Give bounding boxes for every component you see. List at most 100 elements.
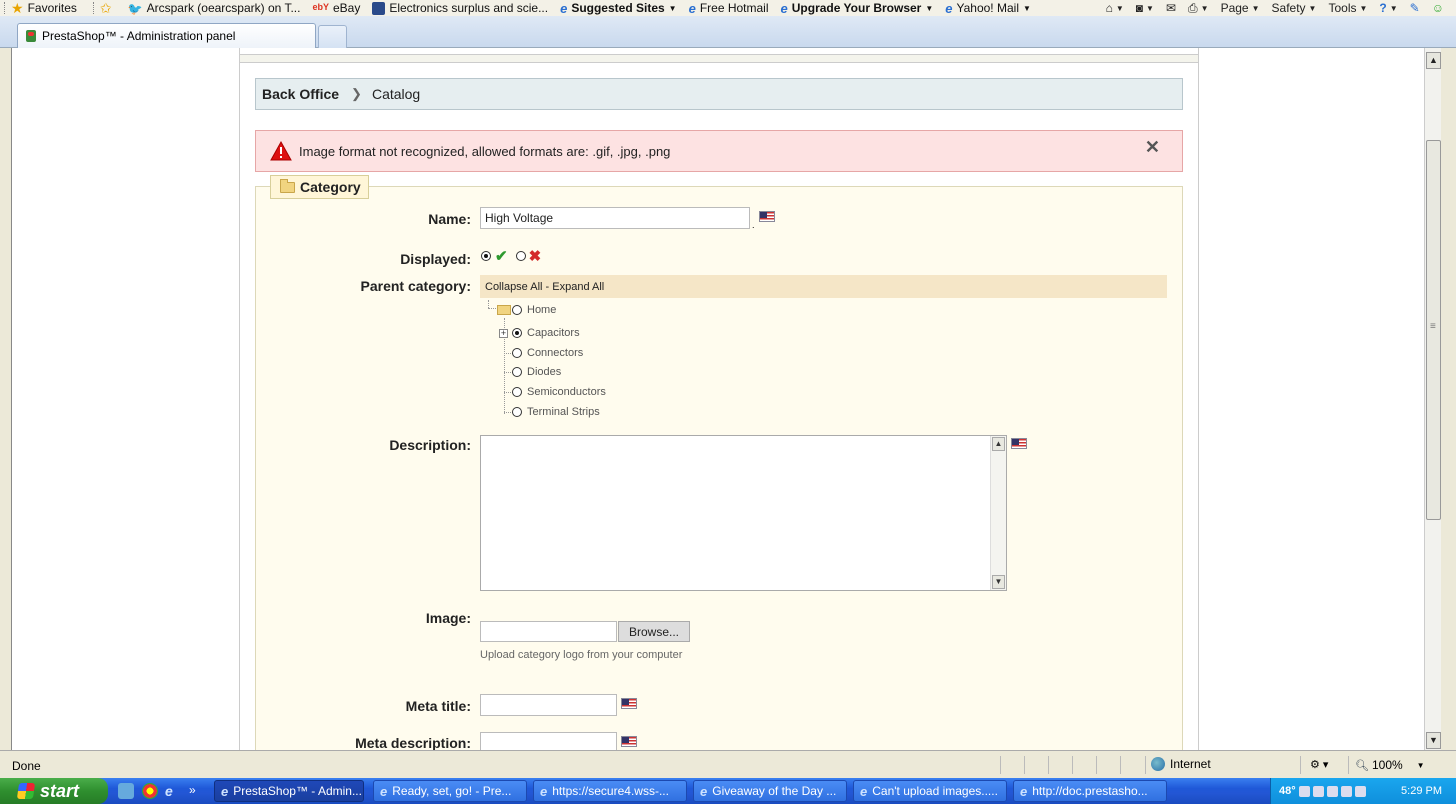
tools-menu[interactable]: Tools ▼: [1328, 1, 1367, 15]
fav-link-yahoo-mail[interactable]: e Yahoo! Mail ▼: [945, 1, 1031, 15]
ie-icon: e: [560, 0, 568, 16]
tray-monitor-icon[interactable]: [1340, 785, 1352, 797]
scroll-thumb[interactable]: [1426, 140, 1441, 520]
tray-volume-icon[interactable]: [1312, 785, 1324, 797]
expand-all-link[interactable]: Expand All: [552, 281, 604, 293]
folder-icon: [280, 178, 295, 193]
task-giveaway[interactable]: e Giveaway of the Day ...: [693, 780, 847, 802]
printer-icon: ⎙: [1188, 0, 1198, 15]
status-divider: [1024, 756, 1025, 774]
us-flag-icon[interactable]: [759, 211, 775, 222]
zoom-control[interactable]: 🔍︎ 100% ▼: [1355, 758, 1425, 772]
us-flag-icon[interactable]: [621, 698, 637, 709]
check-icon: ✔: [495, 248, 508, 265]
scroll-down-icon[interactable]: ▼: [992, 575, 1005, 589]
task-cant-upload[interactable]: e Can't upload images.....: [853, 780, 1007, 802]
error-alert: Image format not recognized, allowed for…: [255, 130, 1183, 172]
tray-security-icon[interactable]: [1326, 785, 1338, 797]
parent-diodes-radio[interactable]: [512, 367, 522, 377]
temperature-readout[interactable]: 48°: [1279, 785, 1296, 797]
ie-icon[interactable]: e: [165, 783, 181, 799]
task-doc-prestashop[interactable]: e http://doc.prestasho...: [1013, 780, 1167, 802]
prestashop-favicon-icon: [26, 30, 36, 42]
category-legend: Category: [270, 175, 369, 199]
toolbar-grip[interactable]: [4, 2, 7, 14]
textarea-scrollbar[interactable]: ▲ ▼: [990, 436, 1006, 590]
parent-terminal-strips-radio[interactable]: [512, 407, 522, 417]
tray-network-icon[interactable]: [1298, 785, 1310, 797]
home-icon: ⌂: [1105, 1, 1113, 15]
meta-description-label: Meta description:: [355, 735, 471, 750]
start-button[interactable]: start: [0, 778, 108, 804]
us-flag-icon[interactable]: [1011, 438, 1027, 449]
print-button[interactable]: ⎙ ▼: [1188, 1, 1209, 16]
safety-menu[interactable]: Safety ▼: [1272, 1, 1317, 15]
meta-title-input[interactable]: [480, 694, 617, 716]
research-button[interactable]: ✎: [1410, 1, 1420, 15]
tab-prestashop-admin[interactable]: PrestaShop™ - Administration panel: [17, 23, 316, 48]
meta-title-label: Meta title:: [405, 698, 471, 714]
fav-link-ebay[interactable]: ebY eBay: [312, 1, 360, 15]
expand-plus-icon[interactable]: +: [499, 328, 508, 338]
fav-link-upgrade-browser[interactable]: e Upgrade Your Browser ▼: [781, 1, 934, 15]
page-content: Back Office ❯ Catalog Image format not r…: [239, 48, 1199, 750]
scroll-up-icon[interactable]: ▲: [992, 437, 1005, 451]
breadcrumb-back-office[interactable]: Back Office: [262, 86, 339, 102]
tray-app-icon[interactable]: [1354, 785, 1366, 797]
parent-semiconductors-radio[interactable]: [512, 387, 522, 397]
taskbar: start e » e PrestaShop™ - Admin... e Ready…: [0, 778, 1456, 804]
read-mail-button[interactable]: ✉: [1166, 1, 1176, 15]
name-input[interactable]: [480, 207, 750, 229]
aol-icon[interactable]: [118, 783, 134, 799]
page-scrollbar[interactable]: ▲ ▼: [1424, 48, 1441, 750]
parent-home-radio[interactable]: [512, 305, 522, 315]
chevron-down-icon: ▼: [1146, 3, 1154, 13]
chevron-down-icon: ▼: [1200, 3, 1209, 13]
help-button[interactable]: ? ▼: [1379, 1, 1397, 15]
displayed-no-radio[interactable]: [515, 251, 526, 261]
home-button[interactable]: ⌂ ▼: [1106, 1, 1124, 15]
us-flag-icon[interactable]: [621, 736, 637, 747]
chrome-icon[interactable]: [142, 783, 158, 799]
breadcrumb-separator-icon: ❯: [351, 86, 362, 101]
add-favorite-button[interactable]: ✩: [100, 1, 116, 15]
folder-open-icon: [497, 305, 511, 315]
messenger-button[interactable]: ☺: [1432, 1, 1444, 15]
task-secure4[interactable]: e https://secure4.wss-...: [533, 780, 687, 802]
favorites-button[interactable]: ★ Favorites: [11, 1, 77, 16]
security-zone[interactable]: Internet: [1151, 757, 1211, 771]
meta-description-input[interactable]: [480, 732, 617, 750]
image-file-input[interactable]: [480, 621, 617, 642]
protected-mode-icon[interactable]: ⚙ ▾: [1310, 758, 1328, 771]
fav-link-suggested-sites[interactable]: e Suggested Sites ▼: [560, 1, 677, 15]
displayed-label: Displayed:: [400, 251, 471, 267]
site-icon: [372, 1, 386, 15]
scroll-up-icon[interactable]: ▲: [1426, 52, 1441, 69]
collapse-all-link[interactable]: Collapse All: [485, 281, 542, 293]
ie-icon: e: [945, 0, 953, 16]
ie-icon: e: [221, 783, 229, 799]
task-ready-set-go[interactable]: e Ready, set, go! - Pre...: [373, 780, 527, 802]
description-textarea[interactable]: ▲ ▼: [480, 435, 1007, 591]
scroll-down-icon[interactable]: ▼: [1426, 732, 1441, 749]
new-tab-button[interactable]: [318, 25, 347, 48]
chevron-down-icon: ▼: [1308, 3, 1317, 13]
fav-link-twitter[interactable]: 🐦 Arcspark (oearcspark) on T...: [128, 1, 301, 16]
task-prestashop-admin[interactable]: e PrestaShop™ - Admin...: [214, 780, 364, 802]
fav-link-free-hotmail[interactable]: e Free Hotmail: [689, 1, 769, 15]
page-menu[interactable]: Page ▼: [1221, 1, 1260, 15]
browse-button[interactable]: Browse...: [618, 621, 691, 642]
clock[interactable]: 5:29 PM: [1401, 785, 1442, 797]
ie-icon: e: [1020, 783, 1028, 799]
close-icon[interactable]: ✕: [1145, 137, 1160, 158]
displayed-yes-radio[interactable]: [481, 251, 491, 261]
status-divider: [1145, 756, 1146, 774]
breadcrumb-catalog[interactable]: Catalog: [372, 86, 420, 102]
more-quicklaunch-icon[interactable]: »: [189, 783, 205, 799]
feeds-button[interactable]: ◙ ▼: [1136, 1, 1154, 15]
parent-connectors-radio[interactable]: [512, 348, 522, 358]
parent-category-label: Parent category:: [360, 278, 471, 294]
parent-capacitors-radio[interactable]: [512, 328, 522, 338]
fav-link-electronics[interactable]: Electronics surplus and scie...: [372, 1, 548, 15]
tree-separator: -: [542, 280, 553, 293]
